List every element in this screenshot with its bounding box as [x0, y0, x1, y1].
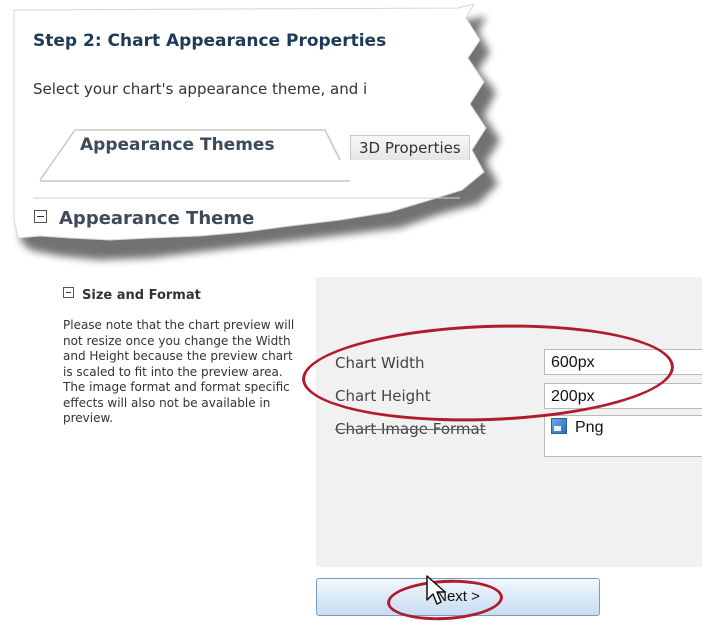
size-format-header[interactable]: Size and Format — [63, 287, 201, 303]
png-file-icon — [551, 418, 567, 434]
chart-height-input[interactable]: 200px — [544, 383, 702, 409]
tab-3d-properties[interactable]: 3D Properties — [350, 135, 470, 160]
step-title: Step 2: Chart Appearance Properties — [33, 31, 387, 51]
section-title: Size and Format — [82, 288, 201, 303]
chart-width-label: Chart Width — [335, 354, 425, 372]
chart-image-format-select[interactable]: Png — [544, 415, 702, 457]
size-format-note: Please note that the chart preview will … — [63, 318, 295, 425]
chart-image-format-label: Chart Image Format — [335, 420, 486, 438]
tab-label: Appearance Themes — [80, 135, 275, 155]
chart-width-input[interactable]: 600px — [544, 349, 702, 375]
collapse-icon[interactable] — [63, 287, 74, 298]
next-button[interactable]: Next > — [316, 578, 600, 616]
properties-panel: Chart Width 600px Chart Height 200px Cha… — [300, 277, 702, 567]
tab-label: 3D Properties — [359, 139, 461, 157]
chart-height-label: Chart Height — [335, 387, 431, 405]
format-value: Png — [575, 419, 604, 436]
step-subtitle: Select your chart's appearance theme, an… — [33, 80, 368, 98]
tab-appearance-themes[interactable]: Appearance Themes — [80, 135, 275, 155]
mouse-pointer-icon — [426, 575, 446, 605]
appearance-theme-header[interactable]: Appearance Theme — [34, 208, 254, 229]
collapse-icon[interactable] — [34, 210, 47, 223]
section-title: Appearance Theme — [59, 208, 255, 229]
